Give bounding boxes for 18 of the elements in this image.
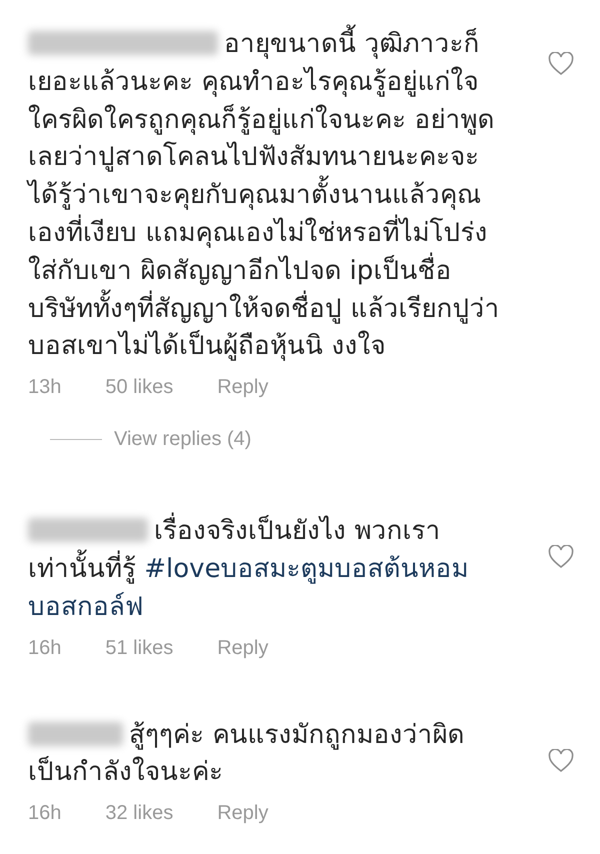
comment-text: อายุขนาดนี้ วุฒิภาวะก็ เยอะแล้วนะคะ คุณทำอะไรคุณรู้อยู่แก่ใจ ใครผิดใครถูกคุณก็รู้อยู่แก่ใจนะคะ อย่าพูด เลยว่าปูสาดโคลนไปฟังสัมทนายนะคะจะ ได้รู้ว่าเขาจะคุยกับคุณมาตั้งนานแล้วคุณ เองที่เงียบ แถมคุณเองไม่ใช่หรอที่ไม่โปร่ง ใส่กับเขา ผิดสัญญาอีกไปจด ipเป็นชื่อ บริษัททั้งๆที่สัญญาให้จดชื่อปู แล้วเรียกปูว่า บอสเขาไม่ได้เป็นผู้ถือหุ้นนิ งงใจ xyxy=(28,26,538,366)
heart-icon[interactable] xyxy=(548,545,574,570)
reply-button[interactable]: Reply xyxy=(217,632,268,663)
view-replies-button[interactable]: View replies (4) xyxy=(114,428,252,452)
likes-count[interactable]: 32 likes xyxy=(105,798,174,828)
comment-text: เรื่องจริงเป็นยังไง พวกเรา เท่านั้นที่รู้ #loveบอสมะตูมบอสต้นหอม บอสกอล์ฟ xyxy=(28,513,538,627)
comment-time: 16h xyxy=(28,636,62,661)
heart-icon[interactable] xyxy=(548,748,574,773)
reply-button[interactable]: Reply xyxy=(217,372,268,402)
likes-count[interactable]: 50 likes xyxy=(105,372,174,402)
comment-text: สู้ๆๆค่ะ คนแรงมักถูกมองว่าผิด เป็นกำลังใจนะค่ะ xyxy=(28,718,466,790)
hashtag-link[interactable]: #loveบอสมะตูมบอสต้นหอม xyxy=(144,554,469,584)
comment-time: 16h xyxy=(28,801,62,826)
likes-count[interactable]: 51 likes xyxy=(105,632,174,663)
hashtag-link[interactable]: บอสกอล์ฟ xyxy=(28,592,143,622)
heart-icon[interactable] xyxy=(548,52,574,76)
comment-time: 13h xyxy=(28,375,62,400)
reply-button[interactable]: Reply xyxy=(217,798,268,828)
